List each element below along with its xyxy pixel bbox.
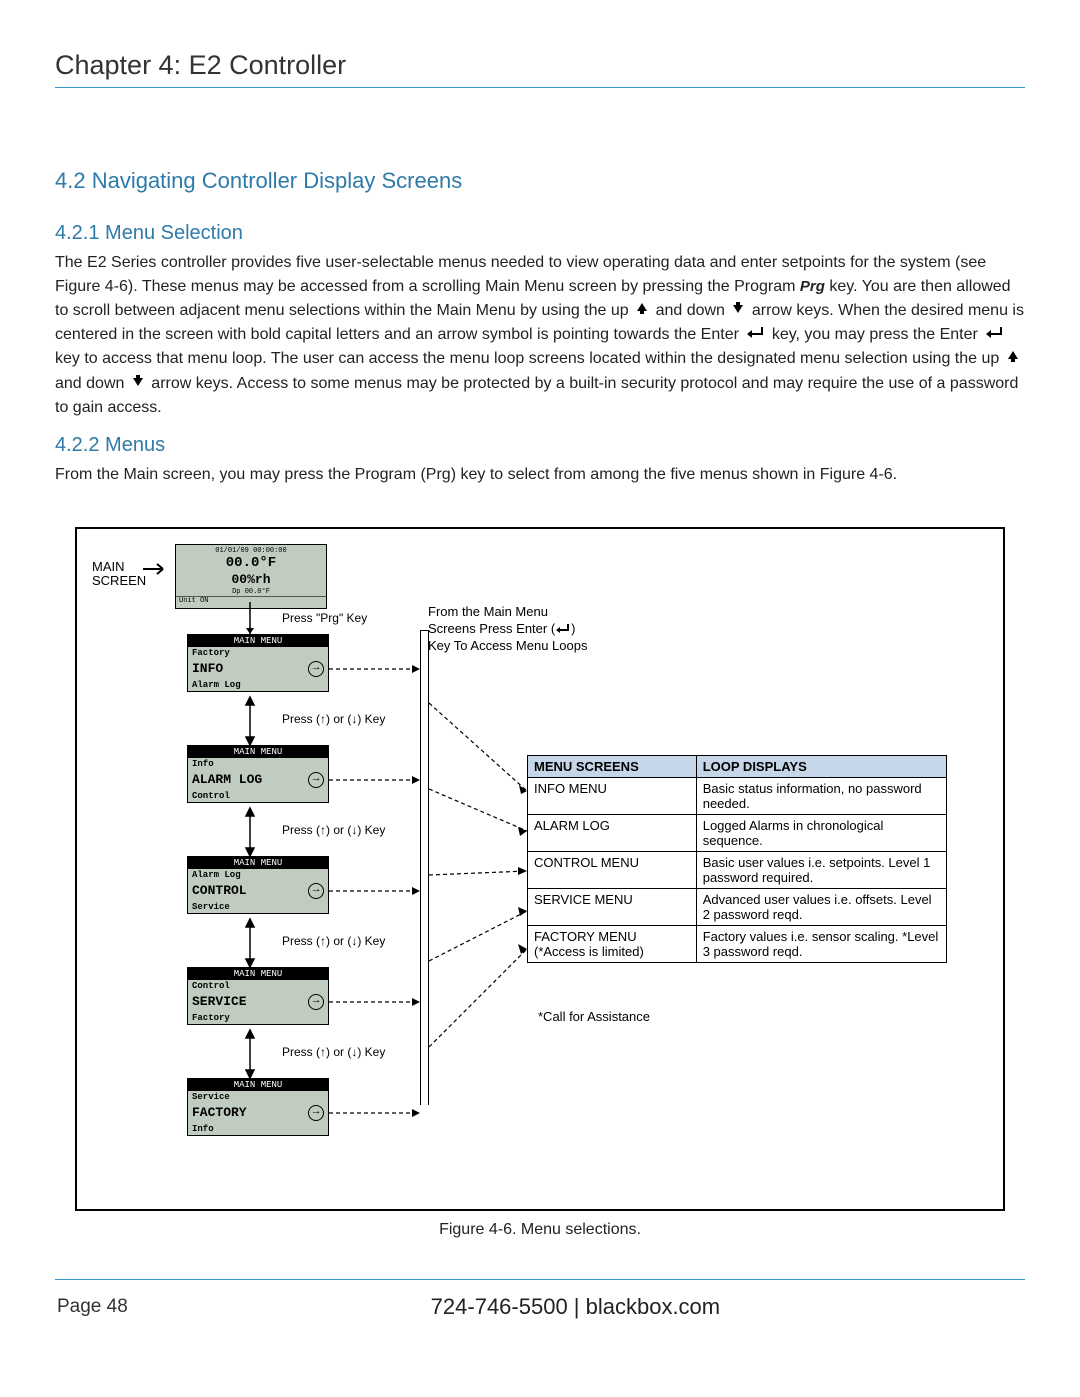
- updown-key-label: Press (↑) or (↓) Key: [282, 934, 385, 948]
- cell: ALARM LOG: [528, 814, 697, 851]
- right-arrow-circle-icon: →: [308, 772, 324, 788]
- menu-next: Alarm Log: [188, 679, 328, 691]
- cell: Basic status information, no password ne…: [696, 777, 946, 814]
- right-arrow-icon: [143, 562, 171, 580]
- text: FACTORY: [192, 1105, 247, 1120]
- down-arrow-icon: [131, 372, 145, 396]
- cell: Basic user values i.e. setpoints. Level …: [696, 851, 946, 888]
- figure-4-6: MAIN SCREEN 01/01/09 00:00:00 00.0°F 00%…: [75, 527, 1005, 1211]
- text: INFO: [192, 661, 223, 676]
- table-row: SERVICE MENUAdvanced user values i.e. of…: [528, 888, 947, 925]
- menu-selected: ALARM LOG →: [188, 770, 328, 790]
- text: SERVICE: [192, 994, 247, 1009]
- menu-selected: INFO →: [188, 659, 328, 679]
- main-screen-label: MAIN SCREEN: [92, 560, 146, 589]
- cell: FACTORY MENU (*Access is limited): [528, 925, 697, 962]
- menu-prev: Alarm Log: [188, 869, 328, 881]
- table-header-menu: MENU SCREENS: [528, 755, 697, 777]
- enter-icon: [984, 323, 1004, 347]
- menu-block-info: MAIN MENU Factory INFO → Alarm Log: [187, 634, 329, 692]
- text: ALARM LOG: [192, 772, 262, 787]
- updown-key-label: Press (↑) or (↓) Key: [282, 823, 385, 837]
- menu-next: Control: [188, 790, 328, 802]
- prg-key-label: Prg: [800, 278, 825, 295]
- unit-status: Unit ON: [176, 596, 326, 605]
- timestamp: 01/01/09 00:00:00: [176, 547, 326, 555]
- text: key to access that menu loop. The user c…: [55, 351, 1004, 368]
- cell: CONTROL MENU: [528, 851, 697, 888]
- menu-header: MAIN MENU: [188, 857, 328, 869]
- menu-next: Service: [188, 901, 328, 913]
- chapter-title: Chapter 4: E2 Controller: [55, 50, 1025, 88]
- up-arrow-icon: [635, 299, 649, 323]
- menu-selected: SERVICE →: [188, 992, 328, 1012]
- menu-selected: CONTROL →: [188, 881, 328, 901]
- right-arrow-circle-icon: →: [308, 661, 324, 677]
- humidity-value: 00%rh: [176, 572, 326, 588]
- menu-header: MAIN MENU: [188, 1079, 328, 1091]
- updown-key-label: Press (↑) or (↓) Key: [282, 1045, 385, 1059]
- menu-next: Factory: [188, 1012, 328, 1024]
- table-row: ALARM LOGLogged Alarms in chronological …: [528, 814, 947, 851]
- press-prg-label: Press "Prg" Key: [282, 611, 367, 625]
- menu-selected: FACTORY →: [188, 1103, 328, 1123]
- section-4-2-1-heading: 4.2.1 Menu Selection: [55, 222, 1025, 245]
- section-4-2-2-heading: 4.2.2 Menus: [55, 434, 1025, 457]
- menu-block-alarm-log: MAIN MENU Info ALARM LOG → Control: [187, 745, 329, 803]
- text: MAIN: [92, 559, 125, 574]
- table-header-loop: LOOP DISPLAYS: [696, 755, 946, 777]
- cell: SERVICE MENU: [528, 888, 697, 925]
- updown-key-label: Press (↑) or (↓) Key: [282, 712, 385, 726]
- text: and down: [656, 302, 730, 319]
- menu-loop-table: MENU SCREENS LOOP DISPLAYS INFO MENUBasi…: [527, 755, 947, 963]
- page-footer: Page 48 724-746-5500 | blackbox.com: [55, 1294, 1025, 1320]
- table-row: INFO MENUBasic status information, no pa…: [528, 777, 947, 814]
- cell: Factory values i.e. sensor scaling. *Lev…: [696, 925, 946, 962]
- cell: Logged Alarms in chronological sequence.: [696, 814, 946, 851]
- menu-header: MAIN MENU: [188, 746, 328, 758]
- paragraph-4-2-1: The E2 Series controller provides five u…: [55, 251, 1025, 420]
- footer-contact: 724-746-5500 | blackbox.com: [431, 1294, 720, 1320]
- right-arrow-circle-icon: →: [308, 1105, 324, 1121]
- from-main-menu-label: From the Main MenuScreens Press Enter ()…: [428, 604, 587, 655]
- menu-block-control: MAIN MENU Alarm Log CONTROL → Service: [187, 856, 329, 914]
- footer-divider: [55, 1279, 1025, 1280]
- dewpoint-value: Dp 00.0°F: [176, 588, 326, 596]
- menu-next: Info: [188, 1123, 328, 1135]
- paragraph-4-2-2: From the Main screen, you may press the …: [55, 463, 1025, 487]
- main-screen-display: 01/01/09 00:00:00 00.0°F 00%rh Dp 00.0°F…: [175, 544, 327, 609]
- menu-prev: Factory: [188, 647, 328, 659]
- temperature-value: 00.0°F: [176, 555, 326, 572]
- menu-prev: Info: [188, 758, 328, 770]
- table-row: FACTORY MENU (*Access is limited)Factory…: [528, 925, 947, 962]
- menu-block-service: MAIN MENU Control SERVICE → Factory: [187, 967, 329, 1025]
- menu-header: MAIN MENU: [188, 635, 328, 647]
- text: CONTROL: [192, 883, 247, 898]
- text: arrow keys. Access to some menus may be …: [55, 375, 1018, 416]
- cell: Advanced user values i.e. offsets. Level…: [696, 888, 946, 925]
- text: and down: [55, 375, 129, 392]
- right-arrow-circle-icon: →: [308, 883, 324, 899]
- enter-icon: [745, 323, 765, 347]
- figure-caption: Figure 4-6. Menu selections.: [55, 1221, 1025, 1239]
- right-arrow-circle-icon: →: [308, 994, 324, 1010]
- menu-block-factory: MAIN MENU Service FACTORY → Info: [187, 1078, 329, 1136]
- text: SCREEN: [92, 573, 146, 588]
- menu-loop-bar: [420, 630, 429, 1105]
- menu-prev: Control: [188, 980, 328, 992]
- text: key, you may press the Enter: [772, 326, 982, 343]
- page-number: Page 48: [57, 1296, 128, 1318]
- cell: INFO MENU: [528, 777, 697, 814]
- call-for-assistance: *Call for Assistance: [538, 1009, 650, 1024]
- table-row: CONTROL MENUBasic user values i.e. setpo…: [528, 851, 947, 888]
- up-arrow-icon: [1006, 347, 1020, 371]
- section-4-2-heading: 4.2 Navigating Controller Display Screen…: [55, 168, 1025, 194]
- down-arrow-icon: [731, 299, 745, 323]
- menu-prev: Service: [188, 1091, 328, 1103]
- menu-header: MAIN MENU: [188, 968, 328, 980]
